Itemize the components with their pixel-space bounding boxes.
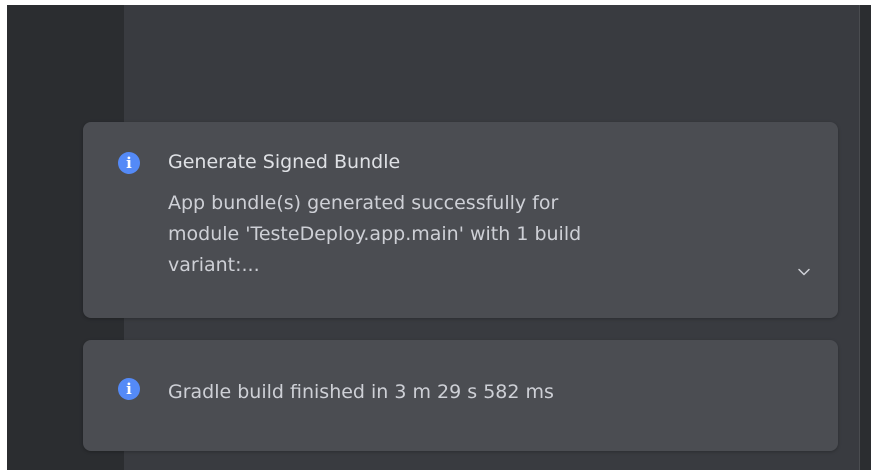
notification-message-line: module 'TesteDeploy.app.main' with 1 bui…	[168, 223, 582, 245]
info-icon: i	[118, 378, 140, 400]
editor-scrollbar-gutter[interactable]	[859, 0, 871, 470]
window-left-edge	[0, 0, 7, 470]
info-icon: i	[118, 152, 140, 174]
window-top-edge	[0, 0, 871, 5]
notification-generate-signed-bundle[interactable]: i Generate Signed Bundle App bundle(s) g…	[83, 122, 838, 318]
notification-message: App bundle(s) generated successfully for…	[168, 188, 728, 281]
chevron-down-icon[interactable]	[796, 264, 812, 280]
ide-window: i Generate Signed Bundle App bundle(s) g…	[0, 0, 871, 470]
notification-message-line: Gradle build finished in 3 m 29 s 582 ms	[168, 381, 554, 403]
notification-message-line: App bundle(s) generated successfully for	[168, 192, 559, 214]
notification-gradle-build[interactable]: i Gradle build finished in 3 m 29 s 582 …	[83, 340, 838, 451]
notification-message-line: variant:...	[168, 254, 260, 276]
notification-title: Generate Signed Bundle	[168, 151, 401, 173]
notification-message: Gradle build finished in 3 m 29 s 582 ms	[168, 377, 728, 408]
